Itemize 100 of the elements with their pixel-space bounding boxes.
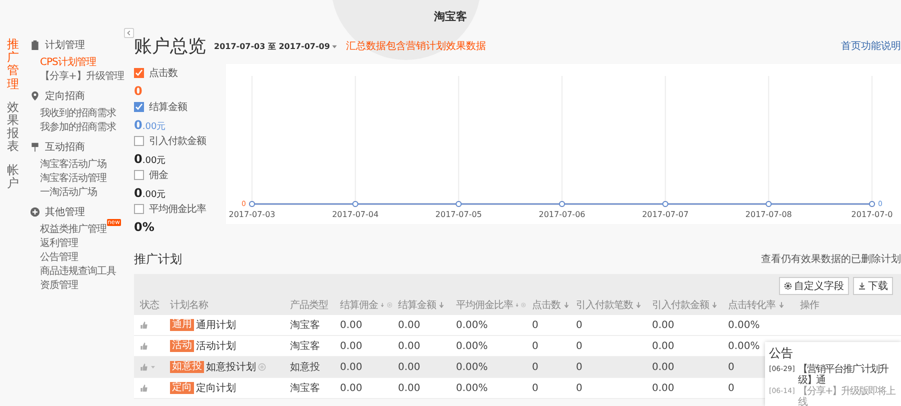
metric-value: 0.00元 — [134, 185, 167, 200]
table-cell: 0.00 — [340, 320, 362, 330]
main-nav-item[interactable]: 效果报表 — [7, 100, 19, 154]
section-title: 推广计划 — [134, 250, 182, 268]
plus-circle-icon — [30, 207, 40, 217]
plan-tag: 如意投 — [170, 361, 204, 373]
nav-group-title: 计划管理 — [45, 38, 85, 52]
table-cell: 0.00 — [652, 320, 674, 330]
metric-value: 0.00元 — [134, 151, 167, 166]
caret-icon — [330, 42, 338, 50]
metric-label: 佣金 — [149, 169, 168, 182]
table-cell: 0.00 — [340, 362, 362, 372]
sub-nav-item[interactable]: CPS计划管理 — [40, 55, 96, 69]
table-cell: 0.00% — [728, 320, 760, 330]
table-cell: 0.00 — [398, 320, 420, 330]
table-cell-text: 淘宝客 — [290, 382, 320, 395]
table-cell: 0.00% — [456, 362, 488, 372]
metric-label: 引入付款金额 — [149, 134, 206, 148]
table-cell: 0.00% — [456, 340, 488, 352]
sub-nav-item[interactable]: 我参加的招商需求 — [40, 120, 116, 134]
sub-nav-item[interactable]: 资质管理 — [40, 278, 78, 292]
table-cell: 0 — [576, 320, 582, 330]
column-header: 产品类型 — [290, 298, 328, 312]
column-header: 计划名称 — [170, 298, 208, 312]
thumbs-up-icon — [140, 384, 148, 392]
x-axis-label: 2017-07-05 — [435, 210, 482, 219]
table-cell: 0.00% — [728, 340, 760, 352]
thumbs-up-icon — [140, 363, 148, 371]
plan-name-link[interactable]: 通用计划 — [196, 318, 236, 332]
table-cell: 0 — [532, 320, 538, 330]
table-cell: 0 — [532, 382, 538, 394]
column-header[interactable]: 引入付款金额 — [652, 298, 709, 312]
sub-nav-item[interactable]: 我收到的招商需求 — [40, 106, 116, 120]
download-icon — [858, 282, 866, 290]
metric-label: 平均佣金比率 — [149, 202, 206, 216]
checkbox[interactable] — [134, 136, 144, 146]
table-cell: 0 — [576, 340, 582, 352]
column-header[interactable]: 点击数 — [532, 298, 560, 312]
metric-value: 0% — [134, 219, 156, 234]
main-nav-item[interactable]: 推广管理 — [7, 38, 19, 91]
table-cell: 0.00 — [398, 362, 420, 372]
flag-icon — [30, 142, 40, 152]
checkbox[interactable] — [134, 170, 144, 180]
table-cell-text: 如意投 — [290, 360, 320, 374]
metric-value: 0 — [134, 83, 144, 98]
x-axis-label: 2017-07-03 — [228, 210, 276, 219]
table-cell: 0.00 — [340, 340, 362, 352]
column-header[interactable]: 结算佣金 — [340, 298, 378, 312]
x-axis-label: 2017-07-07 — [642, 210, 689, 219]
summary-note: 汇总数据包含营销计划效果数据 — [346, 40, 487, 53]
date-range-picker[interactable]: 2017-07-03 至 2017-07-09 — [214, 40, 338, 52]
sub-nav-item[interactable]: 权益类推广管理 — [40, 222, 106, 236]
table-cell-text: 淘宝客 — [290, 340, 320, 353]
table-cell: 0.00% — [456, 320, 488, 330]
table-cell: 0.00 — [340, 382, 362, 394]
gear-icon — [784, 282, 792, 290]
checkbox[interactable] — [134, 102, 144, 112]
table-cell: 0 — [532, 362, 538, 372]
clipboard-icon — [30, 40, 40, 50]
checkbox[interactable] — [134, 68, 144, 78]
table-cell: 0.00 — [652, 382, 674, 394]
column-header: 状态 — [140, 298, 159, 312]
checkbox[interactable] — [134, 204, 144, 214]
sub-nav-item[interactable]: 返利管理 — [40, 236, 78, 250]
metric-value: 0.00元 — [134, 117, 167, 132]
panel-title: 公告 — [769, 345, 794, 362]
table-cell: 0 — [728, 362, 734, 372]
column-header[interactable]: 点击转化率 — [728, 298, 776, 312]
announcement-link[interactable]: 【营销平台推广计划升级】通 — [798, 364, 897, 386]
nav-group-title: 其他管理 — [45, 206, 85, 219]
x-axis-label: 2017-07-06 — [538, 210, 586, 219]
sub-nav-item[interactable]: 一淘活动广场 — [40, 185, 97, 199]
sub-nav-item[interactable]: 公告管理 — [40, 250, 78, 264]
column-header[interactable]: 平均佣金比率 — [456, 298, 513, 312]
column-header[interactable]: 结算金额 — [398, 298, 436, 312]
deleted-plans-link[interactable]: 查看仍有效果数据的已删除计划 — [761, 252, 901, 266]
table-cell: 0 — [576, 382, 582, 394]
location-pin-icon — [30, 91, 40, 101]
table-cell: 0 — [532, 340, 538, 352]
plan-name-link[interactable]: 活动计划 — [196, 339, 236, 353]
download-button[interactable]: 下载 — [853, 277, 893, 295]
plan-name-link[interactable]: 如意投计划 — [206, 360, 256, 374]
table-cell: 0 — [728, 382, 734, 394]
plan-tag: 定向 — [170, 382, 194, 394]
x-axis-label: 2017-07-08 — [745, 210, 792, 219]
plan-tag: 通用 — [170, 319, 194, 331]
sub-nav-item[interactable]: 【分享+】升级管理 — [40, 69, 124, 83]
announcement-link[interactable]: 【分享+】升级版即将上线 — [798, 386, 897, 406]
custom-fields-button[interactable]: 自定义字段 — [779, 277, 849, 295]
collapse-icon[interactable] — [124, 28, 134, 38]
plan-name-link[interactable]: 定向计划 — [196, 381, 236, 395]
table-cell: 0.00 — [398, 382, 420, 394]
sub-nav-item[interactable]: 商品违规查询工具 — [40, 264, 116, 278]
column-header[interactable]: 引入付款笔数 — [576, 298, 633, 312]
help-link[interactable]: 首页功能说明 — [841, 39, 901, 53]
sub-nav-item[interactable]: 淘宝客活动广场 — [40, 157, 106, 171]
sub-nav-item[interactable]: 淘宝客活动管理 — [40, 171, 106, 185]
main-nav-item[interactable]: 帐户 — [7, 164, 19, 190]
logo-text: 淘宝客 — [434, 9, 467, 25]
table-cell: 0 — [576, 362, 582, 372]
